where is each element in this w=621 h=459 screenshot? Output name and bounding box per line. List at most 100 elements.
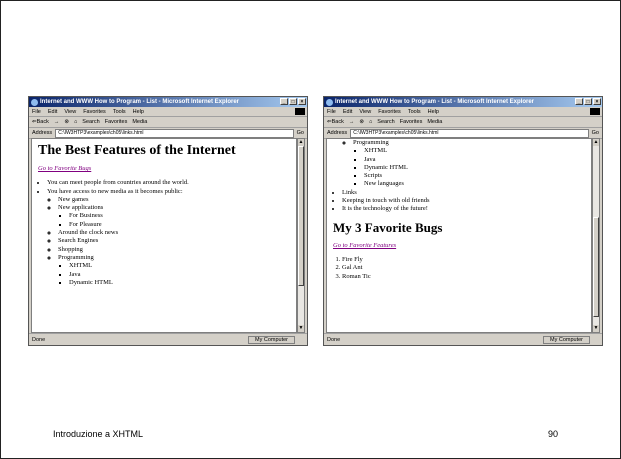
bugs-heading: My 3 Favorite Bugs (333, 219, 443, 235)
list-item: Dynamic HTML (364, 164, 591, 172)
address-input[interactable]: C:\IW3HTP3\examples\ch05\links.html (350, 128, 589, 138)
menu-file[interactable]: File (32, 109, 41, 115)
menu-tools[interactable]: Tools (408, 109, 421, 115)
list-item: Dynamic HTML (69, 279, 296, 287)
status-zone: My Computer (542, 335, 590, 344)
back-button[interactable]: ⇐Back (327, 119, 344, 125)
list-item: Around the clock news (58, 229, 296, 237)
list-item: Gal Ant (342, 264, 591, 272)
menu-edit[interactable]: Edit (343, 109, 352, 115)
maximize-button[interactable]: □ (289, 98, 297, 105)
list-item: Shopping (58, 246, 296, 254)
list-item: New applications For Business For Pleasu… (58, 204, 296, 229)
stop-button[interactable]: ⊗ (359, 119, 364, 125)
scroll-thumb[interactable] (593, 217, 599, 317)
menu-edit[interactable]: Edit (48, 109, 57, 115)
media-button[interactable]: Media (427, 119, 442, 125)
scroll-down-icon[interactable]: ▼ (298, 325, 304, 332)
list-item: For Business (69, 212, 296, 220)
windows-logo-icon (590, 108, 600, 115)
back-button[interactable]: ⇐Back (32, 119, 49, 125)
menu-tools[interactable]: Tools (113, 109, 126, 115)
forward-button[interactable]: → (54, 119, 60, 125)
menu-favorites[interactable]: Favorites (83, 109, 106, 115)
home-button[interactable]: ⌂ (369, 119, 372, 125)
list-item: You have access to new media as it becom… (47, 188, 296, 288)
title-bar: Internet and WWW How to Program - List -… (29, 97, 307, 107)
maximize-button[interactable]: □ (584, 98, 592, 105)
browser-window-left: Internet and WWW How to Program - List -… (28, 96, 308, 346)
menu-favorites[interactable]: Favorites (378, 109, 401, 115)
menu-file[interactable]: File (327, 109, 336, 115)
list-item: Roman Tic (342, 273, 591, 281)
favorite-features-link[interactable]: Go to Favorite Features (333, 242, 396, 249)
home-button[interactable]: ⌂ (74, 119, 77, 125)
window-title: Internet and WWW How to Program - List -… (335, 99, 535, 105)
list-item: Programming XHTML Java Dynamic HTML Scri… (342, 139, 591, 189)
media-button[interactable]: Media (132, 119, 147, 125)
minimize-button[interactable]: _ (280, 98, 288, 105)
browser-window-right: Internet and WWW How to Program - List -… (323, 96, 603, 346)
status-zone: My Computer (247, 335, 295, 344)
menu-help[interactable]: Help (428, 109, 439, 115)
list-item: New games (58, 196, 296, 204)
vertical-scrollbar[interactable]: ▲ ▼ (297, 138, 305, 333)
page-heading: The Best Features of the Internet (38, 143, 236, 158)
page-content: The Best Features of the Internet Go to … (31, 138, 297, 333)
favorites-button[interactable]: Favorites (105, 119, 128, 125)
scroll-thumb[interactable] (298, 146, 304, 286)
ie-icon (31, 98, 38, 106)
list-item: Java (69, 271, 296, 279)
footer-title: Introduzione a XHTML (53, 429, 144, 439)
list-item: Keeping in touch with old friends (342, 197, 591, 205)
minimize-button[interactable]: _ (575, 98, 583, 105)
close-button[interactable]: × (593, 98, 601, 105)
scroll-up-icon[interactable]: ▲ (593, 139, 599, 146)
page-content: Programming XHTML Java Dynamic HTML Scri… (326, 138, 592, 333)
vertical-scrollbar[interactable]: ▲ ▼ (592, 138, 600, 333)
menu-view[interactable]: View (359, 109, 371, 115)
toolbar: ⇐Back → ⊗ ⌂ Search Favorites Media (29, 117, 307, 128)
list-item: Scripts (364, 172, 591, 180)
window-title: Internet and WWW How to Program - List -… (40, 99, 240, 105)
stop-button[interactable]: ⊗ (64, 119, 69, 125)
list-item: Java (364, 156, 591, 164)
status-done: Done (327, 336, 341, 343)
status-bar: Done My Computer (324, 333, 602, 345)
list-item: Programming XHTML Java Dynamic HTML Scri… (353, 139, 591, 189)
scroll-down-icon[interactable]: ▼ (593, 325, 599, 332)
menu-bar: File Edit View Favorites Tools Help (324, 107, 602, 117)
scroll-up-icon[interactable]: ▲ (298, 139, 304, 146)
menu-view[interactable]: View (64, 109, 76, 115)
list-item: XHTML (364, 147, 591, 155)
menu-bar: File Edit View Favorites Tools Help (29, 107, 307, 117)
windows-logo-icon (295, 108, 305, 115)
list-item: You can meet people from countries aroun… (47, 179, 296, 187)
list-item: Links (342, 189, 591, 197)
status-bar: Done My Computer (29, 333, 307, 345)
list-item: It is the technology of the future! (342, 205, 591, 213)
list-item: For Pleasure (69, 221, 296, 229)
forward-button[interactable]: → (349, 119, 355, 125)
toolbar: ⇐Back → ⊗ ⌂ Search Favorites Media (324, 117, 602, 128)
go-button[interactable]: Go (297, 130, 304, 136)
ie-icon (326, 98, 333, 106)
list-item: XHTML (69, 262, 296, 270)
menu-help[interactable]: Help (133, 109, 144, 115)
list-item: Search Engines (58, 237, 296, 245)
favorite-bugs-link[interactable]: Go to Favorite Bugs (38, 165, 91, 172)
search-button[interactable]: Search (82, 119, 99, 125)
list-item: Programming XHTML Java Dynamic HTML (58, 254, 296, 287)
address-label: Address (32, 130, 53, 136)
status-done: Done (32, 336, 46, 343)
search-button[interactable]: Search (377, 119, 394, 125)
address-label: Address (327, 130, 348, 136)
page-number: 90 (547, 429, 558, 439)
favorites-button[interactable]: Favorites (400, 119, 423, 125)
list-item: Fire Fly (342, 256, 591, 264)
close-button[interactable]: × (298, 98, 306, 105)
title-bar: Internet and WWW How to Program - List -… (324, 97, 602, 107)
slide: Internet and WWW How to Program - List -… (0, 0, 621, 459)
go-button[interactable]: Go (592, 130, 599, 136)
address-input[interactable]: C:\IW3HTP3\examples\ch05\links.html (55, 128, 294, 138)
